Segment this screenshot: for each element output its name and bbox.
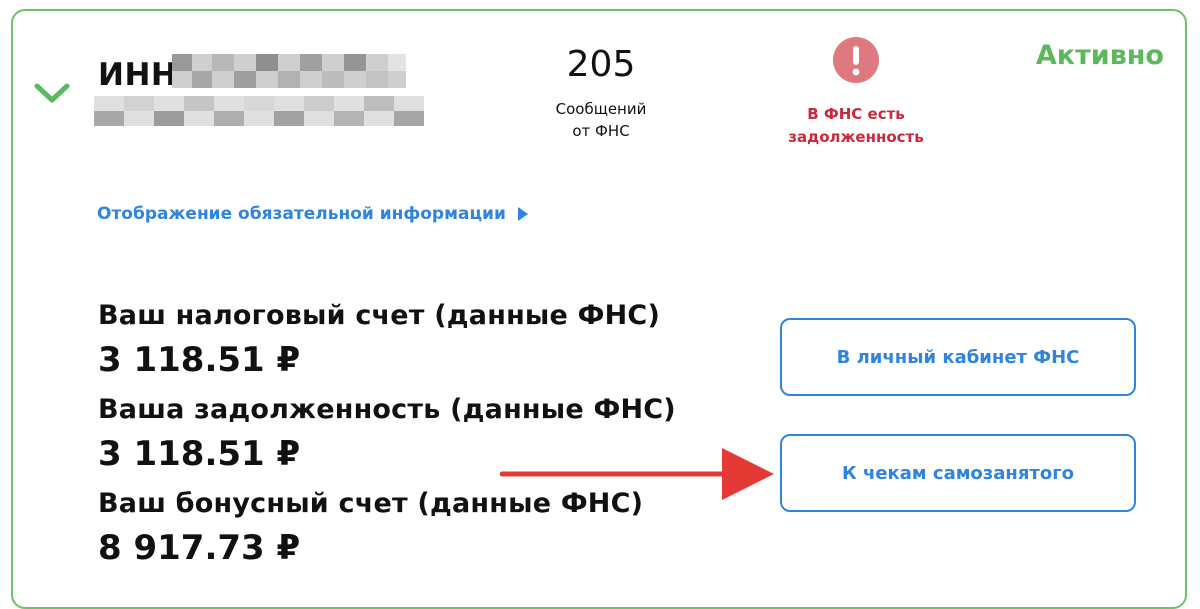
inn-label: ИНН (98, 57, 178, 93)
debt-amount: 3 118.51 ₽ (98, 434, 301, 474)
messages-label: Сообщений от ФНС (530, 98, 672, 142)
fns-cabinet-button[interactable]: В личный кабинет ФНС (780, 318, 1136, 396)
status-badge: Активно (1035, 40, 1164, 71)
self-employed-receipts-button[interactable]: К чекам самозанятого (780, 434, 1136, 512)
messages-label-line1: Сообщений (555, 100, 647, 118)
debt-alert-text: В ФНС есть задолженность (770, 103, 942, 149)
redacted-name (94, 96, 424, 126)
redacted-inn-number (172, 54, 406, 88)
tax-account-amount: 3 118.51 ₽ (98, 340, 301, 380)
messages-count: 205 (566, 44, 636, 85)
tax-account-label: Ваш налоговый счет (данные ФНС) (98, 300, 660, 331)
debt-alert-line1: В ФНС есть (807, 105, 905, 123)
annotation-arrow (500, 448, 774, 500)
mandatory-info-link-label: Отображение обязательной информации (97, 204, 506, 224)
triangle-right-icon (517, 207, 528, 221)
debt-label: Ваша задолженность (данные ФНС) (98, 394, 676, 425)
bonus-account-amount: 8 917.73 ₽ (98, 528, 301, 568)
exclamation-circle-icon (833, 37, 879, 83)
mandatory-info-link[interactable]: Отображение обязательной информации (97, 204, 528, 224)
messages-label-line2: от ФНС (572, 122, 630, 140)
chevron-down-icon[interactable] (34, 82, 70, 104)
debt-alert-line2: задолженность (788, 128, 924, 146)
